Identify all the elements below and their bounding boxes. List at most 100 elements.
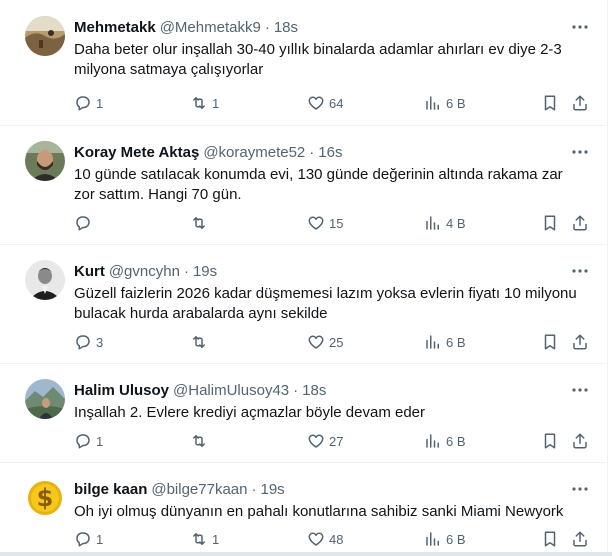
timestamp[interactable]: 18s xyxy=(274,19,298,36)
reply-icon xyxy=(76,532,90,547)
bookmark-icon xyxy=(544,95,556,111)
retweet-button[interactable] xyxy=(190,331,212,353)
author-handle[interactable]: @bilge77kaan xyxy=(151,481,247,498)
action-bar: 1 1 64 6 B xyxy=(70,92,600,114)
tweet-header: Kurt @gvncyhn · 19s xyxy=(74,260,217,282)
timestamp[interactable]: 16s xyxy=(318,144,342,161)
share-button[interactable] xyxy=(571,92,589,114)
share-button[interactable] xyxy=(571,212,589,234)
share-icon xyxy=(573,433,587,449)
views-icon xyxy=(426,335,439,349)
like-count: 25 xyxy=(329,334,344,350)
reply-button[interactable]: 3 xyxy=(74,331,103,353)
avatar[interactable] xyxy=(25,379,65,419)
retweet-button[interactable]: 1 xyxy=(190,528,219,550)
author-name[interactable]: Mehmetakk xyxy=(74,19,156,36)
avatar[interactable] xyxy=(25,141,65,181)
views-count: 6 B xyxy=(446,433,466,449)
bookmark-icon xyxy=(544,531,556,547)
author-handle[interactable]: @koraymete52 xyxy=(203,144,305,161)
action-bar: 15 4 B xyxy=(70,212,600,234)
author-name[interactable]: Halim Ulusoy xyxy=(74,382,169,399)
like-button[interactable]: 27 xyxy=(307,430,343,452)
reply-count: 1 xyxy=(96,433,104,449)
retweet-icon xyxy=(193,217,205,229)
like-button[interactable]: 25 xyxy=(307,331,343,353)
reply-icon xyxy=(76,216,90,231)
tweet[interactable]: Koray Mete Aktaş @koraymete52 · 16s 10 g… xyxy=(0,125,606,245)
tweet-header: Halim Ulusoy @HalimUlusoy43 · 18s xyxy=(74,379,326,401)
like-button[interactable]: 48 xyxy=(307,528,343,550)
reply-button[interactable] xyxy=(74,212,96,234)
avatar[interactable]: $ xyxy=(25,478,65,518)
author-name[interactable]: bilge kaan xyxy=(74,481,147,498)
separator: · xyxy=(309,143,315,161)
timestamp[interactable]: 19s xyxy=(261,481,285,498)
tweet-text: 10 günde satılacak konumda evi, 130 günd… xyxy=(74,166,563,203)
author-handle[interactable]: @HalimUlusoy43 xyxy=(173,382,289,399)
separator: · xyxy=(251,480,257,498)
reply-button[interactable]: 1 xyxy=(74,430,103,452)
tweet[interactable]: Halim Ulusoy @HalimUlusoy43 · 18s Inşall… xyxy=(0,363,606,463)
views-icon xyxy=(426,434,439,448)
more-icon[interactable] xyxy=(571,262,589,280)
author-name[interactable]: Koray Mete Aktaş xyxy=(74,144,199,161)
author-handle[interactable]: @Mehmetakk9 xyxy=(160,19,261,36)
tweet[interactable]: $ bilge kaan @bilge77kaan · 19s Oh iyi o… xyxy=(0,462,606,552)
reply-icon xyxy=(76,335,90,350)
tweet-text: Inşallah 2. Evlere krediyi açmazlar böyl… xyxy=(74,404,425,421)
retweet-button[interactable]: 1 xyxy=(190,92,219,114)
tweet-text: Güzell faizlerin 2026 kadar düşmemesi la… xyxy=(74,285,577,322)
retweet-icon xyxy=(193,97,205,109)
more-icon[interactable] xyxy=(571,143,589,161)
more-icon[interactable] xyxy=(571,381,589,399)
avatar-image xyxy=(25,379,65,419)
tweet-text: Oh iyi olmuş dünyanın en pahalı konutlar… xyxy=(74,503,564,520)
tweet-header: Koray Mete Aktaş @koraymete52 · 16s xyxy=(74,141,342,163)
retweet-button[interactable] xyxy=(190,212,212,234)
reply-button[interactable]: 1 xyxy=(74,528,103,550)
share-icon xyxy=(573,531,587,547)
more-icon[interactable] xyxy=(571,18,589,36)
bookmark-button[interactable] xyxy=(541,92,559,114)
tweet-text: Daha beter olur inşallah 30-40 yıllık bi… xyxy=(74,41,562,78)
views-button[interactable]: 4 B xyxy=(424,212,466,234)
avatar[interactable] xyxy=(25,16,65,56)
timestamp[interactable]: 18s xyxy=(302,382,326,399)
like-button[interactable]: 15 xyxy=(307,212,343,234)
action-bar: 3 25 6 B xyxy=(70,331,600,353)
like-icon xyxy=(308,434,324,448)
avatar[interactable] xyxy=(25,260,65,300)
share-button[interactable] xyxy=(571,528,589,550)
like-button[interactable]: 64 xyxy=(307,92,343,114)
more-icon[interactable] xyxy=(571,480,589,498)
bookmark-button[interactable] xyxy=(541,430,559,452)
bookmark-button[interactable] xyxy=(541,212,559,234)
bookmark-button[interactable] xyxy=(541,528,559,550)
like-count: 64 xyxy=(329,95,344,111)
avatar-image xyxy=(25,260,65,300)
author-name[interactable]: Kurt xyxy=(74,263,105,280)
like-count: 27 xyxy=(329,433,344,449)
views-button[interactable]: 6 B xyxy=(424,430,466,452)
views-button[interactable]: 6 B xyxy=(424,92,466,114)
bookmark-button[interactable] xyxy=(541,331,559,353)
views-button[interactable]: 6 B xyxy=(424,331,466,353)
share-icon xyxy=(573,215,587,231)
reply-button[interactable]: 1 xyxy=(74,92,103,114)
retweet-button[interactable] xyxy=(190,430,212,452)
separator: · xyxy=(183,262,189,280)
views-count: 6 B xyxy=(446,334,466,350)
share-icon xyxy=(573,95,587,111)
views-button[interactable]: 6 B xyxy=(424,528,466,550)
like-icon xyxy=(308,216,324,230)
timestamp[interactable]: 19s xyxy=(193,263,217,280)
bookmark-icon xyxy=(544,433,556,449)
author-handle[interactable]: @gvncyhn xyxy=(109,263,180,280)
svg-text:$: $ xyxy=(37,484,54,512)
reply-icon xyxy=(76,434,90,449)
tweet[interactable]: Kurt @gvncyhn · 19s Güzell faizlerin 202… xyxy=(0,244,606,364)
share-button[interactable] xyxy=(571,430,589,452)
share-button[interactable] xyxy=(571,331,589,353)
tweet[interactable]: Mehmetakk @Mehmetakk9 · 18s Daha beter o… xyxy=(0,0,606,126)
